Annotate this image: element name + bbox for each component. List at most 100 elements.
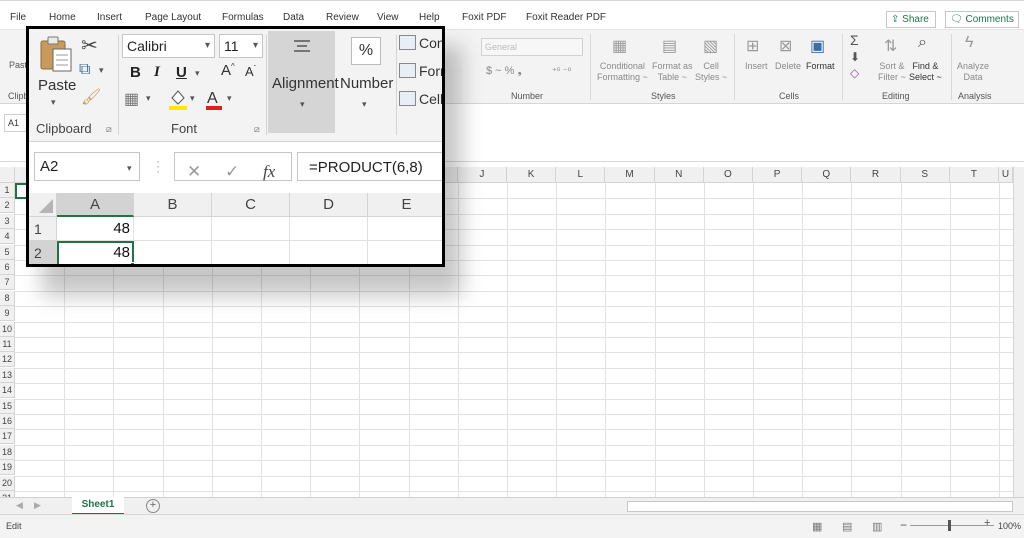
tab-page-layout[interactable]: Page Layout: [145, 12, 201, 23]
zoom-level[interactable]: 100%: [998, 521, 1021, 531]
callout-grid[interactable]: A B C D E 1 48 2 48: [29, 193, 442, 264]
delete-cells-button[interactable]: Delete: [775, 61, 801, 72]
paste-dropdown-icon[interactable]: ▾: [51, 97, 56, 108]
row-header-20[interactable]: 20: [0, 475, 15, 491]
borders-dropdown-icon[interactable]: ▾: [146, 93, 151, 104]
column-header-a[interactable]: A: [57, 193, 134, 217]
analyze-data-button[interactable]: Analyze Data: [957, 61, 989, 83]
column-header-k[interactable]: K: [507, 167, 557, 183]
row-header-1[interactable]: 1: [0, 183, 15, 198]
paste-partial-label[interactable]: Past: [9, 60, 27, 71]
cell-a1[interactable]: 48: [57, 217, 134, 241]
name-box[interactable]: A2: [34, 152, 140, 181]
font-color-dropdown-icon[interactable]: ▾: [227, 93, 232, 104]
underline-icon[interactable]: U: [176, 64, 187, 81]
zoom-out-icon[interactable]: −: [900, 518, 907, 532]
insert-function-icon[interactable]: fx: [263, 162, 275, 182]
column-header-o[interactable]: O: [703, 167, 753, 183]
font-size-dropdown-icon[interactable]: ▾: [253, 40, 258, 51]
page-break-view-icon[interactable]: ▥: [872, 520, 882, 533]
tab-review[interactable]: Review: [326, 12, 359, 23]
percent-icon[interactable]: %: [351, 37, 381, 65]
fill-color-dropdown-icon[interactable]: ▾: [190, 93, 195, 104]
tab-foxit-pdf[interactable]: Foxit PDF: [462, 12, 506, 23]
find-select-button[interactable]: Find & Select ~: [909, 61, 942, 83]
row-header-11[interactable]: 11: [0, 337, 15, 352]
column-header-m[interactable]: M: [605, 167, 655, 183]
italic-icon[interactable]: I: [154, 64, 160, 81]
horizontal-scrollbar[interactable]: [627, 501, 1013, 512]
row-header-9[interactable]: 9: [0, 306, 15, 322]
column-header-n[interactable]: N: [654, 167, 704, 183]
row-header-6[interactable]: 6: [0, 260, 15, 275]
sort-filter-button[interactable]: Sort & Filter ~: [878, 61, 906, 83]
number-format-select[interactable]: General: [481, 38, 583, 56]
borders-icon[interactable]: ▦: [124, 89, 139, 109]
underline-dropdown-icon[interactable]: ▾: [195, 68, 200, 79]
paste-button[interactable]: Paste: [38, 77, 76, 94]
column-header-c[interactable]: C: [212, 193, 290, 217]
row-header-19[interactable]: 19: [0, 460, 15, 476]
zoom-slider-thumb[interactable]: [948, 520, 951, 531]
autosum-icon[interactable]: Σ: [850, 32, 859, 48]
clear-icon[interactable]: ◇: [850, 66, 859, 80]
share-button[interactable]: ⇪ Share: [886, 11, 936, 28]
tab-file[interactable]: File: [10, 12, 26, 23]
paste-icon[interactable]: [39, 35, 73, 73]
sheet-nav-prev-icon[interactable]: ◀: [16, 500, 23, 511]
tab-insert[interactable]: Insert: [97, 12, 122, 23]
row-header-8[interactable]: 8: [0, 290, 15, 306]
column-header-r[interactable]: R: [851, 167, 901, 183]
format-as-table-button[interactable]: Form: [419, 63, 442, 79]
row-header-2[interactable]: 2: [0, 198, 15, 214]
copy-icon[interactable]: ⧉: [79, 61, 90, 79]
vertical-scrollbar[interactable]: [1013, 167, 1024, 497]
select-all-corner[interactable]: [29, 193, 57, 217]
row-header-14[interactable]: 14: [0, 383, 15, 399]
format-as-table-button[interactable]: Format as Table ~: [652, 61, 693, 83]
fill-icon[interactable]: ⬇: [850, 50, 860, 64]
row-header-2[interactable]: 2: [29, 241, 57, 264]
row-header-4[interactable]: 4: [0, 229, 15, 245]
select-all-corner[interactable]: [0, 167, 15, 183]
row-header-10[interactable]: 10: [0, 321, 15, 337]
format-cells-button[interactable]: Format: [806, 61, 835, 72]
cancel-icon[interactable]: ✕: [187, 162, 201, 182]
insert-cells-button[interactable]: Insert: [745, 61, 768, 72]
cell-d2[interactable]: [290, 241, 368, 264]
tab-view[interactable]: View: [377, 12, 399, 23]
increase-font-icon[interactable]: A^: [221, 62, 235, 79]
number-format-button[interactable]: Number: [340, 75, 393, 92]
cell-styles-button[interactable]: Cell Styles ~: [695, 61, 727, 83]
tab-home[interactable]: Home: [49, 12, 76, 23]
column-header-d[interactable]: D: [290, 193, 368, 217]
tab-foxit-reader-pdf[interactable]: Foxit Reader PDF: [526, 12, 606, 23]
cut-icon[interactable]: ✂: [81, 33, 98, 58]
cell-styles-button[interactable]: Cell: [419, 91, 442, 107]
column-header-s[interactable]: S: [900, 167, 950, 183]
fill-color-icon[interactable]: [168, 88, 188, 110]
cell-e1[interactable]: [368, 217, 442, 241]
tab-data[interactable]: Data: [283, 12, 304, 23]
zoom-slider[interactable]: [910, 525, 994, 526]
cell-b2[interactable]: [134, 241, 212, 264]
page-layout-view-icon[interactable]: ▤: [842, 520, 852, 533]
tab-help[interactable]: Help: [419, 12, 440, 23]
font-name-select[interactable]: Calibri: [122, 34, 215, 58]
font-color-icon[interactable]: A: [205, 87, 223, 111]
conditional-formatting-button[interactable]: Con: [419, 35, 442, 51]
column-header-p[interactable]: P: [753, 167, 803, 183]
cell-d1[interactable]: [290, 217, 368, 241]
format-painter-icon[interactable]: 🖌: [81, 87, 101, 107]
cell-b1[interactable]: [134, 217, 212, 241]
column-header-t[interactable]: T: [949, 167, 999, 183]
row-header-3[interactable]: 3: [0, 213, 15, 229]
comments-button[interactable]: 🗨 Comments: [945, 11, 1019, 28]
tab-formulas[interactable]: Formulas: [222, 12, 264, 23]
currency-format-buttons[interactable]: $ ~ % ❟: [486, 66, 522, 77]
decrease-font-icon[interactable]: Aˇ: [245, 64, 256, 79]
row-header-16[interactable]: 16: [0, 414, 15, 429]
font-launcher-icon[interactable]: ⧄: [254, 124, 260, 135]
sheet-tab-sheet1[interactable]: Sheet1: [72, 497, 124, 515]
row-header-17[interactable]: 17: [0, 429, 15, 445]
